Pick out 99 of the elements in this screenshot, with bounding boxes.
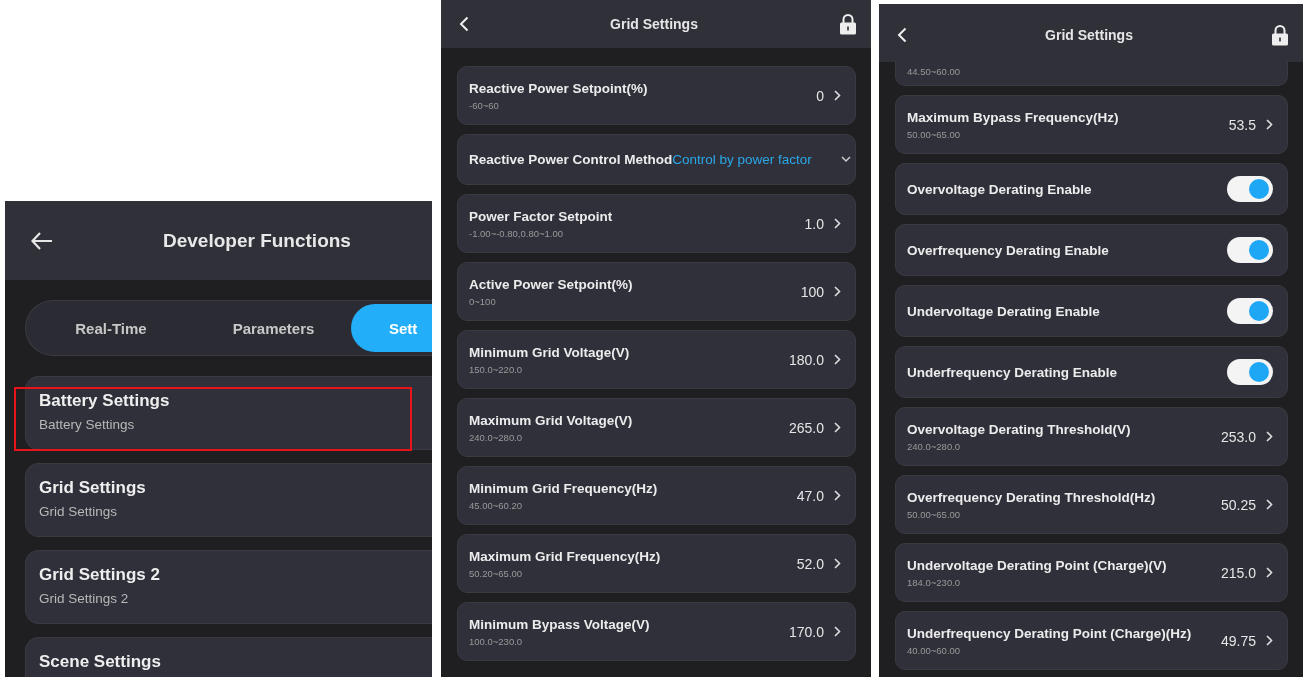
range-text: 0~100 xyxy=(469,295,497,307)
setting-label: Underfrequency Derating Point (Charge)(Hz) xyxy=(907,625,1192,641)
item-title: Grid Settings xyxy=(39,478,147,498)
dropdown-row[interactable]: Reactive Power Control MethodControl by power factor xyxy=(457,134,856,185)
setting-label: Active Power Setpoint(%) xyxy=(469,276,633,292)
range-text: 184.0~230.0 xyxy=(907,576,962,588)
setting-label: Overfrequency Derating Enable xyxy=(907,242,1109,258)
setting-label: Reactive Power Setpoint(%) xyxy=(469,80,648,96)
setting-label: Minimum Grid Frequency(Hz) xyxy=(469,480,658,496)
chevron-right-icon xyxy=(834,90,841,101)
setting-value: 52.0 xyxy=(796,555,824,572)
chevron-right-icon xyxy=(1266,431,1273,442)
chevron-right-icon xyxy=(834,626,841,637)
setting-label: Undervoltage Derating Point (Charge)(V) xyxy=(907,557,1167,573)
menu-item[interactable]: Grid Settings Grid Settings xyxy=(25,463,432,537)
range-text: 50.00~65.00 xyxy=(907,128,962,140)
setting-row[interactable]: Minimum Bypass Voltage(V) 100.0~230.0 170.0 xyxy=(457,602,856,661)
range-text: 50.00~65.00 xyxy=(907,508,962,520)
range-text: 100.0~230.0 xyxy=(469,635,524,647)
setting-label: Maximum Bypass Frequency(Hz) xyxy=(907,109,1119,125)
setting-value: 49.75 xyxy=(1220,632,1256,649)
setting-row[interactable]: Undervoltage Derating Point (Charge)(V) 184.0~230.0 215.0 xyxy=(895,543,1288,602)
setting-label: Minimum Bypass Voltage(V) xyxy=(469,616,650,632)
back-arrow-icon[interactable] xyxy=(31,231,53,250)
setting-value: 53.5 xyxy=(1228,116,1256,133)
item-title: Battery Settings xyxy=(39,391,171,411)
screen-title: Grid Settings xyxy=(610,16,698,32)
back-chevron-icon[interactable] xyxy=(459,16,469,32)
chevron-right-icon xyxy=(1266,567,1273,578)
range-text: 44.50~60.00 xyxy=(907,66,961,77)
setting-value: 180.0 xyxy=(788,351,824,368)
setting-value: 0 xyxy=(816,87,824,104)
setting-row[interactable]: Minimum Grid Voltage(V) 150.0~220.0 180.0 xyxy=(457,330,856,389)
lock-icon[interactable] xyxy=(1271,24,1289,46)
chevron-right-icon xyxy=(834,558,841,569)
item-title: Scene Settings xyxy=(39,652,162,672)
item-subtitle: Grid Settings xyxy=(39,504,119,519)
setting-label: Overvoltage Derating Threshold(V) xyxy=(907,421,1131,437)
menu-item[interactable]: Scene Settings xyxy=(25,637,432,677)
chevron-right-icon xyxy=(1266,635,1273,646)
toggle-switch[interactable] xyxy=(1227,237,1273,263)
setting-label: Minimum Grid Voltage(V) xyxy=(469,344,630,360)
setting-row[interactable]: Overvoltage Derating Threshold(V) 240.0~280.0 253.0 xyxy=(895,407,1288,466)
tab[interactable]: Parameters xyxy=(196,304,351,352)
chevron-down-icon xyxy=(841,156,851,163)
setting-label: Power Factor Setpoint xyxy=(469,208,613,224)
setting-row[interactable]: Power Factor Setpoint -1.00~-0.80,0.80~1.00 1.0 xyxy=(457,194,856,253)
setting-value: 100 xyxy=(800,283,824,300)
range-text: 240.0~280.0 xyxy=(907,440,962,452)
setting-value: 50.25 xyxy=(1220,496,1256,513)
toggle-switch[interactable] xyxy=(1227,359,1273,385)
item-title: Grid Settings 2 xyxy=(39,565,161,585)
chevron-right-icon xyxy=(834,490,841,501)
range-text: 240.0~280.0 xyxy=(469,431,524,443)
setting-value: 265.0 xyxy=(788,419,824,436)
chevron-right-icon xyxy=(834,286,841,297)
menu-item[interactable]: Grid Settings 2 Grid Settings 2 xyxy=(25,550,432,624)
setting-label: Maximum Grid Frequency(Hz) xyxy=(469,548,661,564)
setting-label: Overfrequency Derating Threshold(Hz) xyxy=(907,489,1156,505)
setting-row[interactable]: Maximum Bypass Frequency(Hz) 50.00~65.00 53.5 xyxy=(895,95,1288,154)
setting-row[interactable]: Minimum Grid Frequency(Hz) 45.00~60.20 47.0 xyxy=(457,466,856,525)
screen-title: Developer Functions xyxy=(163,229,351,252)
setting-label: Undervoltage Derating Enable xyxy=(907,303,1100,319)
setting-row[interactable]: Underfrequency Derating Point (Charge)(Hz) 40.00~60.00 49.75 xyxy=(895,611,1288,670)
setting-label: Reactive Power Control Method xyxy=(469,152,673,167)
toggle-switch[interactable] xyxy=(1227,176,1273,202)
tab[interactable]: Real-Time xyxy=(26,304,196,352)
setting-value: 1.0 xyxy=(804,215,824,232)
setting-row[interactable]: Active Power Setpoint(%) 0~100 100 xyxy=(457,262,856,321)
setting-value: 47.0 xyxy=(796,487,824,504)
range-text: 40.00~60.00 xyxy=(907,644,962,656)
item-subtitle: Battery Settings xyxy=(39,417,136,432)
toggle-switch[interactable] xyxy=(1227,298,1273,324)
back-chevron-icon[interactable] xyxy=(897,27,907,43)
setting-value: 170.0 xyxy=(788,623,824,640)
chevron-right-icon xyxy=(834,218,841,229)
setting-label: Underfrequency Derating Enable xyxy=(907,364,1118,380)
screen-title: Grid Settings xyxy=(1045,27,1133,43)
setting-row[interactable]: Maximum Grid Voltage(V) 240.0~280.0 265.0 xyxy=(457,398,856,457)
lock-icon[interactable] xyxy=(839,13,857,35)
setting-row[interactable]: Overfrequency Derating Threshold(Hz) 50.00~65.00 50.25 xyxy=(895,475,1288,534)
range-text: 50.20~65.00 xyxy=(469,567,524,579)
item-subtitle: Grid Settings 2 xyxy=(39,591,130,606)
setting-value: 253.0 xyxy=(1220,428,1256,445)
chevron-right-icon xyxy=(1266,119,1273,130)
selected-option: Control by power factor xyxy=(672,152,812,167)
setting-value: 215.0 xyxy=(1220,564,1256,581)
setting-label: Maximum Grid Voltage(V) xyxy=(469,412,633,428)
setting-label: Overvoltage Derating Enable xyxy=(907,181,1092,197)
chevron-right-icon xyxy=(834,422,841,433)
range-text: -1.00~-0.80,0.80~1.00 xyxy=(469,227,565,239)
chevron-right-icon xyxy=(1266,499,1273,510)
setting-row[interactable]: Reactive Power Setpoint(%) -60~60 0 xyxy=(457,66,856,125)
range-text: -60~60 xyxy=(469,99,500,111)
setting-row[interactable]: 44.50~60.00 xyxy=(895,62,1288,86)
range-text: 150.0~220.0 xyxy=(469,363,524,375)
chevron-right-icon xyxy=(834,354,841,365)
setting-row[interactable]: Maximum Grid Frequency(Hz) 50.20~65.00 52.0 xyxy=(457,534,856,593)
range-text: 45.00~60.20 xyxy=(469,499,524,511)
